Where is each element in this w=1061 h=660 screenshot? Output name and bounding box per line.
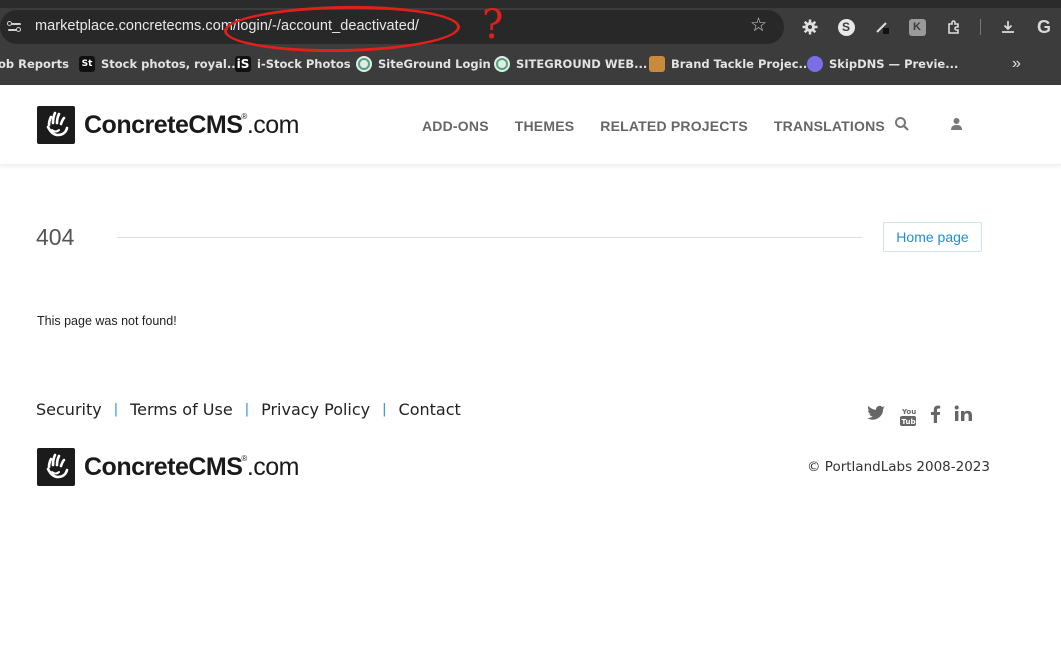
main-nav: ADD-ONS THEMES RELATED PROJECTS TRANSLAT… [422, 118, 885, 134]
error-code: 404 [36, 224, 75, 250]
footer-logo[interactable]: ConcreteCMS®.com [37, 448, 300, 486]
concrete-hand-logo-icon [37, 106, 75, 144]
bookmark-siteground-web[interactable]: SITEGROUND WEB... [494, 52, 647, 76]
youtube-icon[interactable]: You Tube [899, 407, 921, 432]
gear-extension-icon[interactable] [799, 16, 821, 38]
facebook-icon[interactable] [930, 405, 941, 428]
linkedin-icon[interactable] [954, 405, 973, 427]
s-extension-icon[interactable]: S [835, 16, 857, 38]
nav-add-ons[interactable]: ADD-ONS [422, 118, 489, 134]
siteground-icon [356, 56, 372, 72]
bookmark-stock-photos[interactable]: St Stock photos, royal... [79, 52, 240, 76]
brand-tackle-icon [649, 56, 665, 72]
footer-links: Security | Terms of Use | Privacy Policy… [36, 400, 461, 419]
download-icon[interactable] [997, 16, 1019, 38]
nav-translations[interactable]: TRANSLATIONS [774, 118, 885, 134]
bookmark-istock[interactable]: iS i-Stock Photos [235, 52, 351, 76]
bookmark-brand-tackle[interactable]: Brand Tackle Projec... [649, 52, 812, 76]
footer-link-terms[interactable]: Terms of Use [130, 400, 233, 419]
bookmark-job-reports[interactable]: ob Reports [0, 52, 69, 76]
bookmarks-bar: ob Reports St Stock photos, royal... iS … [0, 52, 1061, 76]
eyedropper-extension-icon[interactable] [871, 16, 893, 38]
user-icon[interactable] [950, 116, 963, 137]
footer-separator: | [113, 402, 119, 417]
browser-chrome: marketplace.concretecms.com/login/-/acco… [0, 0, 1061, 85]
header-logo[interactable]: ConcreteCMS®.com [37, 106, 300, 144]
bookmarks-overflow-icon[interactable]: » [1012, 55, 1021, 73]
k-extension-icon[interactable]: K [906, 16, 928, 38]
google-account-icon[interactable]: G [1033, 16, 1055, 38]
footer-link-contact[interactable]: Contact [399, 400, 461, 419]
istock-icon: iS [235, 56, 251, 72]
search-icon[interactable] [894, 116, 910, 137]
bookmark-star-icon[interactable]: ☆ [750, 15, 767, 37]
toolbar-divider [980, 19, 981, 35]
site-info-icon[interactable] [6, 18, 24, 36]
copyright-text: © PortlandLabs 2008-2023 [807, 459, 990, 475]
nav-related-projects[interactable]: RELATED PROJECTS [600, 118, 748, 134]
not-found-message: This page was not found! [37, 314, 177, 328]
stocksy-icon: St [79, 56, 95, 72]
twitter-icon[interactable] [867, 405, 886, 426]
puzzle-extensions-icon[interactable] [943, 16, 965, 38]
svg-text:Tube: Tube [902, 418, 918, 426]
bookmark-skipdns[interactable]: SkipDNS — Previe... [807, 52, 958, 76]
nav-themes[interactable]: THEMES [515, 118, 575, 134]
tab-strip [0, 0, 1061, 8]
siteground-icon [494, 56, 510, 72]
bookmark-siteground-login[interactable]: SiteGround Login [356, 52, 491, 76]
home-page-button[interactable]: Home page [883, 222, 982, 252]
divider [117, 237, 862, 238]
footer-link-security[interactable]: Security [36, 400, 102, 419]
red-annotation-question-mark: ? [482, 2, 504, 48]
concrete-hand-logo-icon [37, 448, 75, 486]
footer-separator: | [382, 402, 387, 417]
footer-link-privacy[interactable]: Privacy Policy [261, 400, 370, 419]
logo-wordmark: ConcreteCMS®.com [84, 110, 300, 139]
logo-wordmark: ConcreteCMS®.com [84, 452, 300, 481]
footer-separator: | [244, 402, 250, 417]
svg-text:You: You [901, 408, 916, 416]
skipdns-icon [807, 56, 823, 72]
